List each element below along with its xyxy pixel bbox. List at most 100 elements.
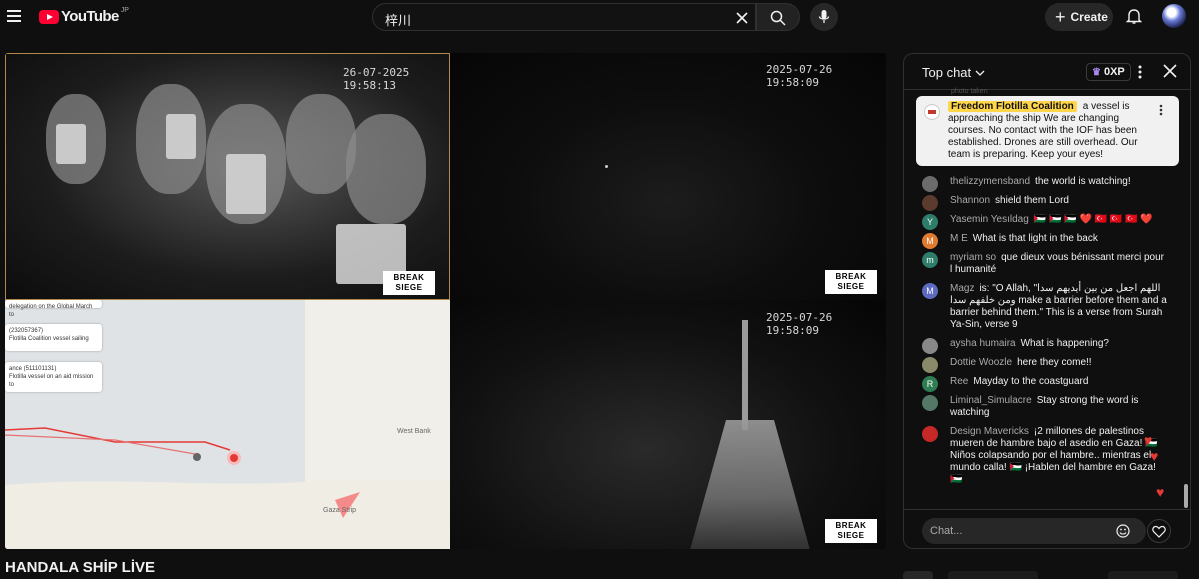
chat-mode-dropdown[interactable]: Top chat — [922, 65, 985, 80]
video-player[interactable]: 26-07-2025 19:58:13 BREAK SIEGE 2025-07-… — [5, 53, 886, 549]
notifications-bell-icon[interactable] — [1126, 8, 1142, 25]
camera-feed-bow: 2025-07-26 19:58:09 BREAK SIEGE — [450, 300, 886, 549]
chat-header: Top chat ♛ 0XP — [904, 54, 1190, 90]
break-the-siege-watermark: BREAK SIEGE — [825, 270, 877, 294]
voice-search-button[interactable] — [810, 3, 838, 31]
life-vest — [56, 124, 86, 164]
chat-message[interactable]: Liminal_Simulacre Stay strong the word is… — [904, 395, 1174, 419]
ship-mast — [742, 320, 748, 430]
watermark-line1: BREAK — [835, 521, 867, 530]
chat-author-avatar[interactable] — [922, 176, 938, 192]
chip-button[interactable] — [1108, 571, 1178, 579]
chat-author-avatar[interactable]: m — [922, 252, 938, 268]
video-title: HANDALA SHİP LİVE — [5, 559, 156, 576]
chat-author-name[interactable]: Liminal_Simulacre — [950, 395, 1032, 406]
chat-message[interactable]: m myriam so que dieux vous bénissant merci… — [904, 252, 1174, 276]
create-button[interactable]: + Create — [1045, 3, 1113, 31]
timestamp-overlay: 2025-07-26 19:58:09 — [766, 63, 833, 89]
map-vessel-card[interactable]: (232057367) Flotilla Coalition vessel sa… — [5, 324, 102, 351]
floating-heart-icon: ♥ — [1150, 448, 1159, 464]
chat-author-name[interactable]: Design Mavericks — [950, 426, 1029, 437]
chat-message-text: here they come!! — [1017, 357, 1092, 368]
vessel-card-title: (232057367) — [9, 328, 44, 334]
chat-author-name[interactable]: Magz — [950, 283, 974, 294]
clear-search-icon[interactable] — [734, 10, 750, 26]
vessel-card-title: ance (511101131) — [9, 366, 57, 372]
pinned-author-avatar — [924, 104, 940, 120]
chip-button[interactable] — [948, 571, 1038, 579]
more-options-icon[interactable] — [1138, 65, 1142, 79]
chat-message[interactable]: R Ree Mayday to the coastguard — [904, 376, 1174, 392]
chat-author-avatar[interactable] — [922, 338, 938, 354]
map-label-west-bank: West Bank — [397, 428, 431, 435]
chat-message-text: What is happening? — [1020, 338, 1109, 349]
send-heart-button[interactable] — [1147, 519, 1171, 543]
map-vessel-card[interactable]: ance (511101131) Flotilla vessel on an a… — [5, 362, 102, 392]
search-query[interactable]: 梓川 — [385, 10, 411, 29]
watermark-line2: SIEGE — [837, 282, 865, 291]
chat-message[interactable]: Y Yasemin Yesıldag 🇵🇸 🇵🇸 🇵🇸 ❤️ 🇹🇷 🇹🇷 🇹🇷 ❤️ — [904, 214, 1174, 230]
youtube-logo[interactable]: YouTube JP — [39, 7, 129, 25]
break-the-siege-watermark: BREAK SIEGE — [825, 519, 877, 543]
person-shape — [346, 114, 426, 224]
chat-message-list: thelizzymensband the world is watching! Sh… — [904, 176, 1174, 493]
chat-author-avatar[interactable] — [922, 395, 938, 411]
chat-message-text: 🇵🇸 🇵🇸 🇵🇸 ❤️ 🇹🇷 🇹🇷 🇹🇷 ❤️ — [1033, 214, 1153, 225]
timestamp-overlay: 2025-07-26 19:58:09 — [766, 311, 833, 337]
chat-message[interactable]: thelizzymensband the world is watching! — [904, 176, 1174, 192]
chat-author-avatar[interactable] — [922, 357, 938, 373]
search-icon — [770, 10, 786, 26]
hamburger-menu-icon[interactable] — [7, 10, 21, 22]
floating-heart-icon: ♥ — [1156, 484, 1165, 500]
chat-author-name[interactable]: Ree — [950, 376, 968, 387]
chat-message[interactable]: M M E What is that light in the back — [904, 233, 1174, 249]
chat-message[interactable]: aysha humaira What is happening? — [904, 338, 1174, 354]
chat-author-avatar[interactable] — [922, 426, 938, 442]
chat-message[interactable]: M Magz is: "O Allah, "اللهم اجعل من بين أي… — [904, 283, 1174, 331]
xp-badge[interactable]: ♛ 0XP — [1086, 63, 1131, 81]
watermark-line2: SIEGE — [837, 531, 865, 540]
life-vest — [226, 154, 266, 214]
chat-scrollbar[interactable] — [1184, 484, 1188, 508]
chat-message[interactable]: Design Mavericks ¡2 millones de palestino… — [904, 426, 1174, 486]
chat-author-avatar[interactable] — [922, 195, 938, 211]
microphone-icon — [818, 10, 830, 23]
chat-message-text: Mayday to the coastguard — [973, 376, 1089, 387]
camera-feed-deck: 26-07-2025 19:58:13 BREAK SIEGE — [5, 53, 450, 300]
close-chat-icon[interactable] — [1163, 64, 1177, 78]
chat-author-name[interactable]: thelizzymensband — [950, 176, 1030, 187]
chat-author-name[interactable]: aysha humaira — [950, 338, 1016, 349]
chat-author-avatar[interactable]: M — [922, 283, 938, 299]
chip-button[interactable] — [903, 571, 933, 579]
chat-author-name[interactable]: Shannon — [950, 195, 990, 206]
chat-message[interactable]: Shannon shield them Lord — [904, 195, 1174, 211]
chat-message[interactable]: Dottie Woozle here they come!! — [904, 357, 1174, 373]
floating-heart-icon: ♥ — [1144, 432, 1153, 448]
chat-author-name[interactable]: M E — [950, 233, 968, 244]
chat-author-avatar[interactable]: M — [922, 233, 938, 249]
watermark-line1: BREAK — [393, 273, 425, 282]
search-input[interactable]: 梓川 — [372, 3, 756, 31]
break-the-siege-watermark: BREAK SIEGE — [383, 271, 435, 295]
top-bar: YouTube JP 梓川 + Create — [0, 0, 1199, 33]
chat-input-row: Chat... — [904, 509, 1190, 548]
chat-author-avatar[interactable]: R — [922, 376, 938, 392]
account-avatar[interactable] — [1162, 4, 1186, 28]
emoji-icon[interactable] — [1116, 524, 1130, 538]
pinned-author[interactable]: Freedom Flotilla Coalition — [948, 101, 1077, 112]
chat-input[interactable]: Chat... — [922, 518, 1146, 544]
chat-author-name[interactable]: Dottie Woozle — [950, 357, 1012, 368]
pinned-faded-text: photo taken — [951, 88, 988, 95]
life-vest — [166, 114, 196, 159]
pinned-message[interactable]: Freedom Flotilla Coalition a vessel is ap… — [916, 96, 1179, 166]
chat-mode-label: Top chat — [922, 65, 972, 80]
crown-icon: ♛ — [1092, 66, 1101, 78]
chat-author-name[interactable]: Yasemin Yesıldag — [950, 214, 1029, 225]
chat-author-avatar[interactable]: Y — [922, 214, 938, 230]
chat-author-name[interactable]: myriam so — [950, 252, 996, 263]
logo-text: YouTube — [61, 8, 119, 25]
map-vessel-card[interactable]: delegation on the Global March to — [5, 300, 102, 318]
search-button[interactable] — [756, 3, 800, 31]
pinned-more-icon[interactable] — [1159, 104, 1163, 116]
chevron-down-icon — [975, 70, 985, 76]
